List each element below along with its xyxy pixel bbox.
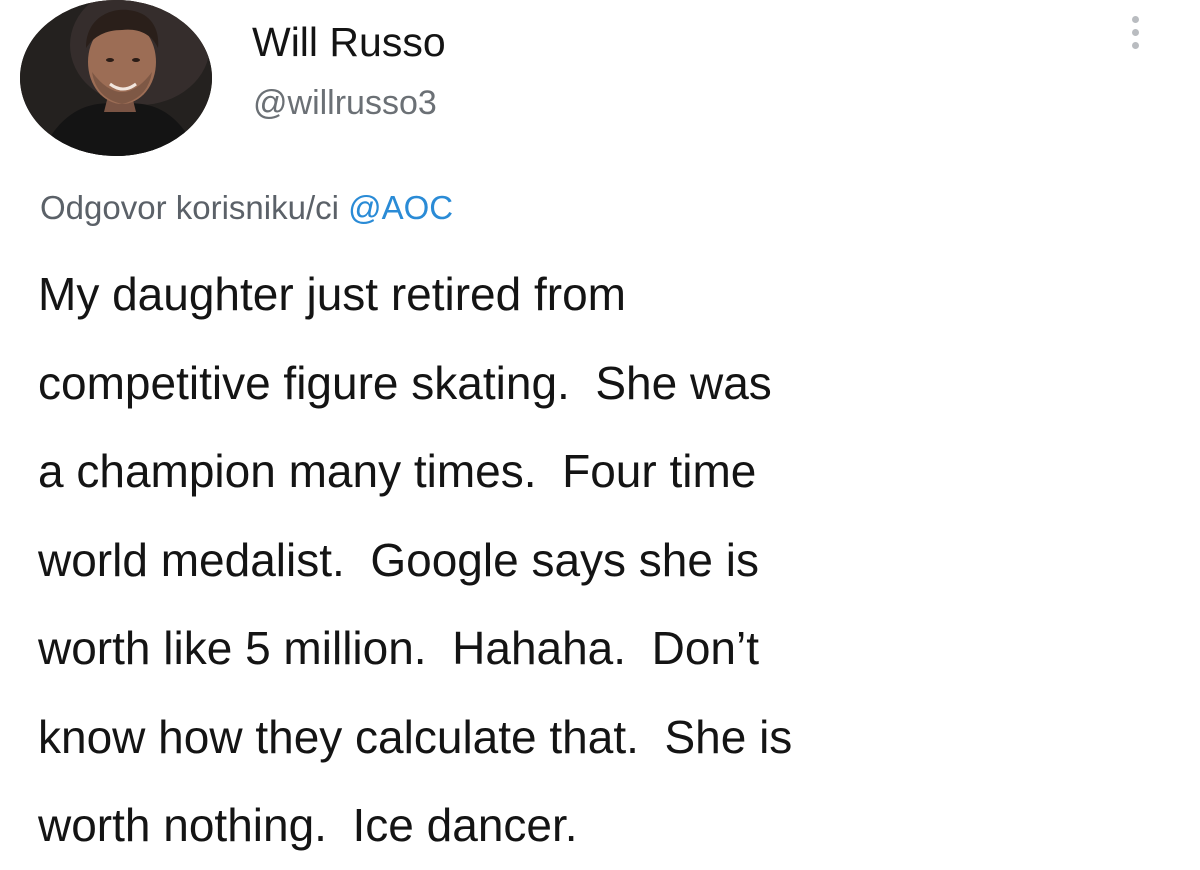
reply-mention-link[interactable]: @AOC — [348, 189, 453, 226]
display-name[interactable]: Will Russo — [252, 18, 446, 66]
tweet-text: My daughter just retired from competitiv… — [38, 250, 1188, 870]
avatar[interactable] — [20, 0, 212, 156]
tweet-text-line: know how they calculate that. She is — [38, 710, 793, 763]
more-vertical-icon[interactable] — [1128, 12, 1144, 54]
avatar-photo — [20, 0, 212, 156]
tweet-text-line: My daughter just retired from — [38, 268, 627, 320]
reply-context: Odgovor korisniku/ci @AOC — [40, 186, 453, 230]
tweet-text-line: worth like 5 million. Hahaha. Don’t — [38, 622, 759, 674]
reply-prefix: Odgovor korisniku/ci — [40, 189, 349, 226]
tweet-text-line: worth nothing. Ice dancer. — [38, 799, 578, 851]
tweet-text-line: world medalist. Google says she is — [38, 533, 759, 586]
tweet-card: Will Russo @willrusso3 Odgovor korisniku… — [0, 0, 1200, 857]
tweet-text-line: a champion many times. Four time — [38, 445, 757, 497]
user-handle[interactable]: @willrusso3 — [253, 82, 437, 124]
tweet-text-line: competitive figure skating. She was — [38, 356, 772, 409]
